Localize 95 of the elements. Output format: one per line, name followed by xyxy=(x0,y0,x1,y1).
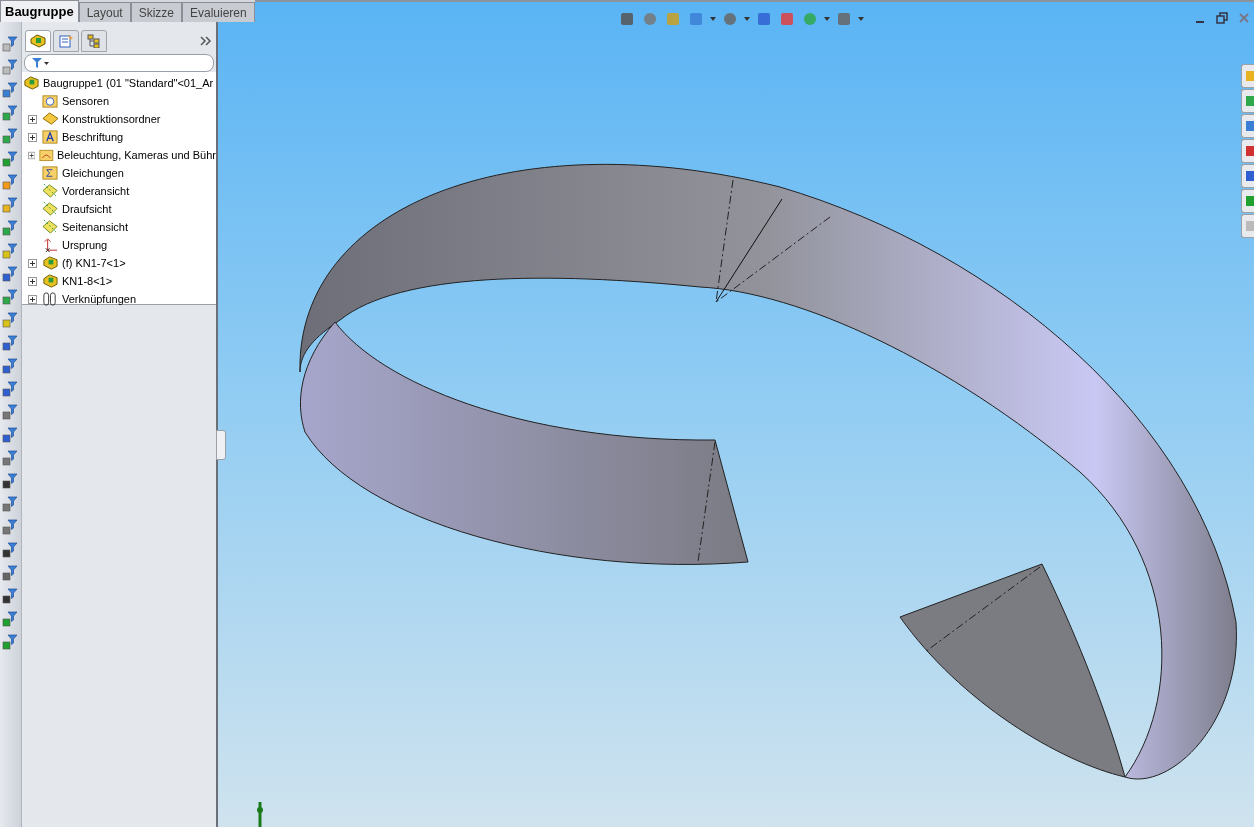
selection-filter-icon[interactable] xyxy=(1,450,20,466)
plane-icon xyxy=(41,183,59,199)
expand-plus-icon[interactable] xyxy=(28,150,36,160)
plane-icon xyxy=(41,219,59,235)
ribbon-tab[interactable]: Baugruppe xyxy=(0,0,79,22)
task-pane-icon xyxy=(1245,95,1254,107)
panel-collapse-handle[interactable] xyxy=(216,430,226,460)
selection-filter-icon[interactable] xyxy=(1,105,20,121)
restore-icon[interactable] xyxy=(1216,12,1228,24)
selection-filter-icon[interactable] xyxy=(1,542,20,558)
selection-filter-icon[interactable] xyxy=(1,151,20,167)
task-pane-icon xyxy=(1245,145,1254,157)
selection-filter-icon[interactable] xyxy=(1,220,20,236)
task-pane-tab[interactable] xyxy=(1241,189,1254,213)
design-icon xyxy=(41,111,59,127)
task-pane-icon xyxy=(1245,70,1254,82)
expand-plus-icon[interactable] xyxy=(28,276,37,286)
selection-filter-icon[interactable] xyxy=(1,496,20,512)
plane-icon xyxy=(41,201,59,217)
part-icon xyxy=(41,273,59,289)
selection-filter-icon[interactable] xyxy=(1,266,20,282)
feature-tree-icon xyxy=(30,34,46,48)
tree-item[interactable]: Vorderansicht xyxy=(62,185,130,197)
selection-filter-icon[interactable] xyxy=(1,335,20,351)
selection-filter-icon[interactable] xyxy=(1,565,20,581)
tree-item[interactable]: Sensoren xyxy=(62,95,110,107)
view-tool-icon[interactable] xyxy=(835,10,853,28)
view-tool-icon[interactable] xyxy=(721,10,739,28)
selection-filter-icon[interactable] xyxy=(1,473,20,489)
caret-icon[interactable] xyxy=(824,17,830,21)
ribbon-model-drawing[interactable] xyxy=(299,163,1237,780)
selection-filter-icon[interactable] xyxy=(1,59,20,75)
selection-filter-icon[interactable] xyxy=(1,82,20,98)
view-tool-icon[interactable] xyxy=(755,10,773,28)
tree-item[interactable]: Verknüpfungen xyxy=(62,293,136,305)
axis-triad-icon xyxy=(257,802,263,827)
selection-filter-icon[interactable] xyxy=(1,404,20,420)
tree-item[interactable]: Seitenansicht xyxy=(62,221,129,233)
expand-chevron-icon[interactable] xyxy=(199,35,213,47)
tree-item[interactable]: Baugruppe1 (01 "Standard"<01_Ar xyxy=(22,74,216,92)
selection-filter-icon[interactable] xyxy=(1,289,20,305)
task-pane-icon xyxy=(1245,220,1254,232)
selection-filter-icon[interactable] xyxy=(1,312,20,328)
task-pane-tab[interactable] xyxy=(1241,89,1254,113)
property-sheet-icon xyxy=(58,34,74,48)
annotation-icon xyxy=(41,129,59,145)
caret-icon[interactable] xyxy=(710,17,716,21)
selection-filter-icon[interactable] xyxy=(1,427,20,443)
selection-filter-icon[interactable] xyxy=(1,358,20,374)
tree-item[interactable]: (f) KN1-7<1> xyxy=(62,257,126,269)
expand-plus-icon[interactable] xyxy=(28,294,37,304)
sensor-icon xyxy=(41,93,59,109)
selection-filter-icon[interactable] xyxy=(1,611,20,627)
expand-plus-icon[interactable] xyxy=(28,114,37,124)
assembly-icon xyxy=(22,75,40,91)
task-pane-icon xyxy=(1245,120,1254,132)
selection-filter-icon[interactable] xyxy=(1,588,20,604)
filter-icon xyxy=(31,57,51,69)
expand-plus-icon[interactable] xyxy=(28,132,37,142)
selection-filter-icon[interactable] xyxy=(1,634,20,650)
mates-icon xyxy=(41,291,59,307)
tree-item[interactable]: Draufsicht xyxy=(62,203,112,215)
task-pane-tab[interactable] xyxy=(1241,114,1254,138)
task-pane-icon xyxy=(1245,195,1254,207)
task-pane-icon xyxy=(1245,170,1254,182)
task-pane-tab[interactable] xyxy=(1241,164,1254,188)
selection-filter-icon[interactable] xyxy=(1,174,20,190)
selection-filter-icon[interactable] xyxy=(1,243,20,259)
panel-tab[interactable] xyxy=(53,30,79,52)
ribbon-tab[interactable]: Layout xyxy=(78,2,131,22)
configuration-icon xyxy=(86,34,102,48)
panel-tab[interactable] xyxy=(81,30,107,52)
ribbon-tab[interactable]: Skizze xyxy=(130,2,182,22)
filter-field[interactable] xyxy=(24,54,214,72)
ribbon-tab[interactable]: Evaluieren xyxy=(182,2,255,22)
equation-icon xyxy=(41,165,59,181)
caret-icon[interactable] xyxy=(744,17,750,21)
selection-filter-icon[interactable] xyxy=(1,519,20,535)
selection-filter-icon[interactable] xyxy=(1,197,20,213)
view-tool-icon[interactable] xyxy=(618,10,636,28)
caret-icon[interactable] xyxy=(858,17,864,21)
selection-filter-icon[interactable] xyxy=(1,128,20,144)
part-icon xyxy=(41,255,59,271)
expand-plus-icon[interactable] xyxy=(28,258,37,268)
tree-item[interactable]: KN1-8<1> xyxy=(62,275,113,287)
selection-filter-icon[interactable] xyxy=(1,381,20,397)
task-pane-tab[interactable] xyxy=(1241,139,1254,163)
lights-icon xyxy=(39,147,54,163)
panel-tab[interactable] xyxy=(25,30,51,52)
tree-item[interactable]: Ursprung xyxy=(62,239,108,251)
tree-item[interactable]: Konstruktionsordner xyxy=(62,113,161,125)
tree-item[interactable]: Beleuchtung, Kameras und Bühr xyxy=(57,149,216,161)
tree-item[interactable]: Beschriftung xyxy=(62,131,124,143)
selection-filter-icon[interactable] xyxy=(1,36,20,52)
tree-item[interactable]: Gleichungen xyxy=(62,167,124,179)
